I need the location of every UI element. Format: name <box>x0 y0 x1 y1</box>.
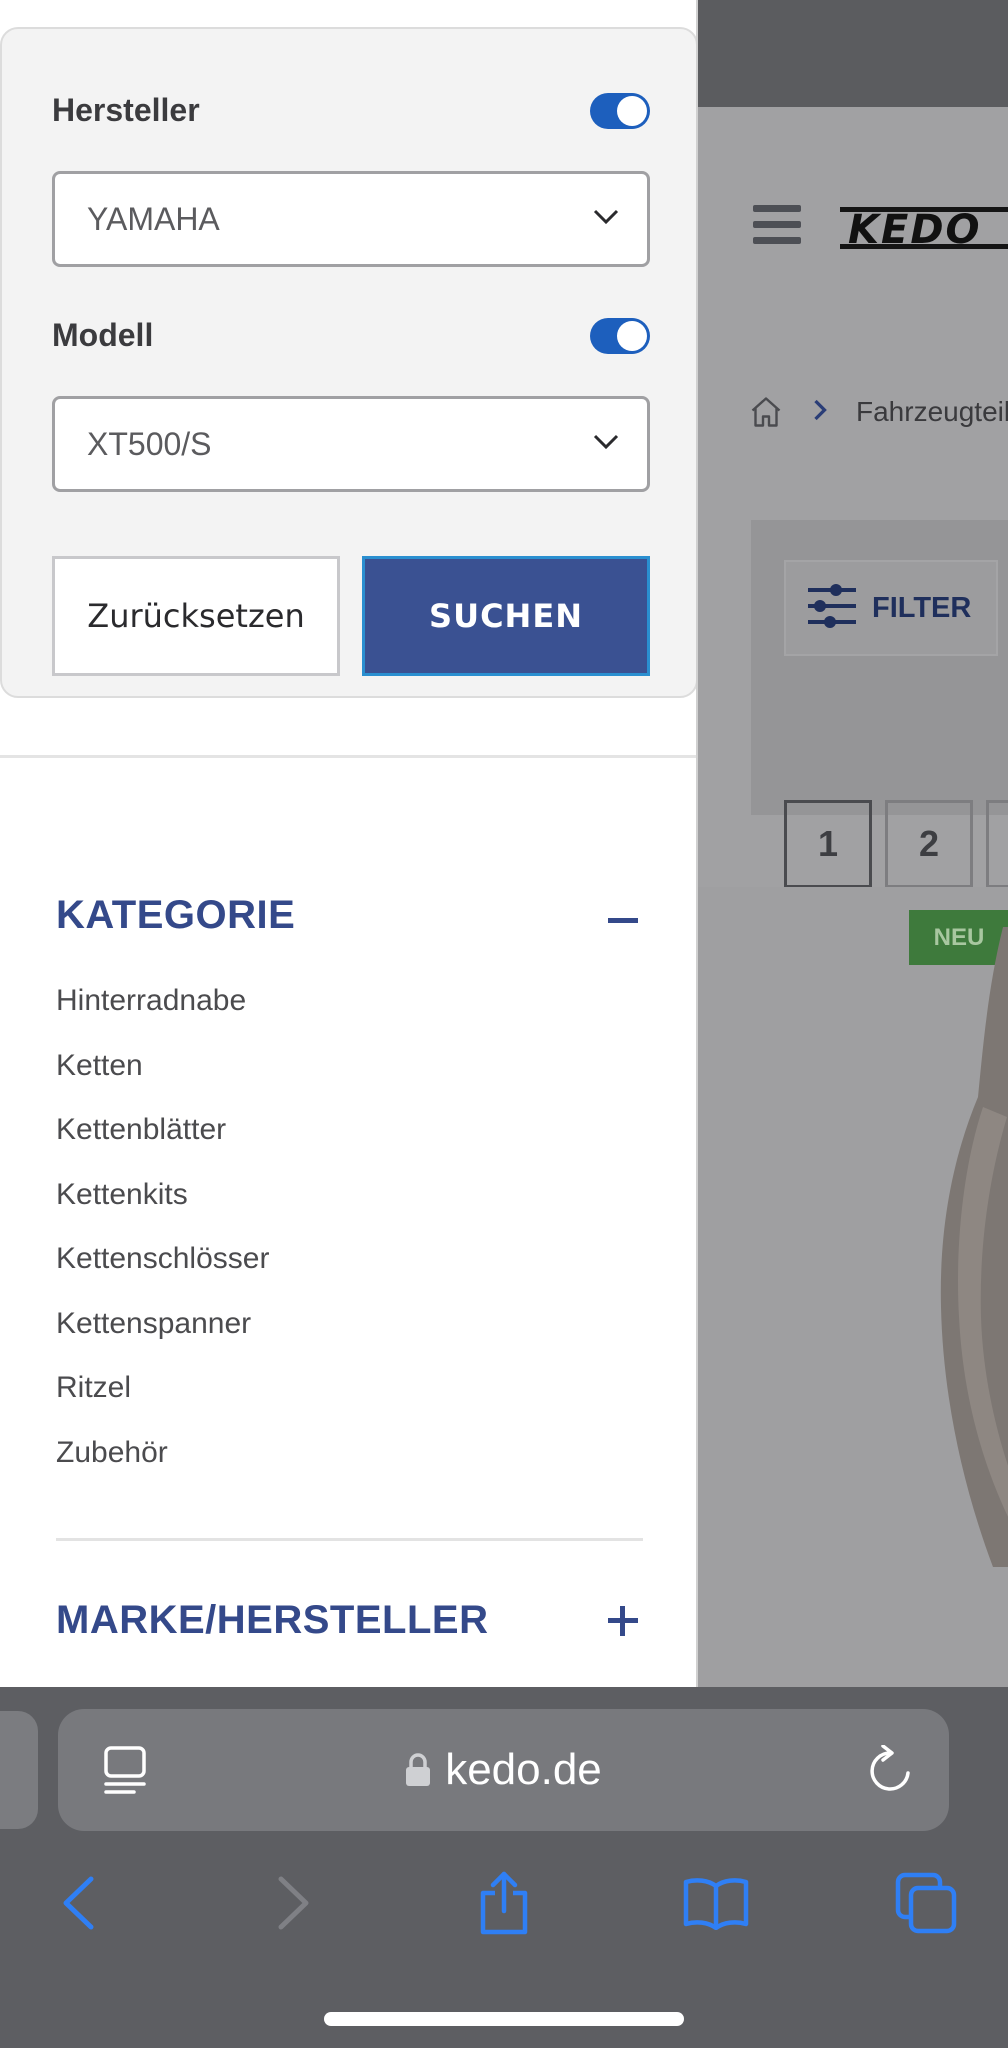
manufacturer-toggle[interactable] <box>590 93 650 129</box>
logo-text: KEDO <box>848 207 982 253</box>
sliders-icon <box>806 582 858 635</box>
book-icon <box>683 1878 749 1930</box>
vehicle-filter-box: Hersteller YAMAHA Modell XT500/S Zurücks… <box>0 27 696 698</box>
chevron-down-icon <box>593 209 619 225</box>
model-toggle[interactable] <box>590 318 650 354</box>
category-item[interactable]: Kettenspanner <box>56 1298 269 1363</box>
share-icon <box>480 1871 528 1935</box>
manufacturer-label: Hersteller <box>52 92 200 128</box>
home-indicator[interactable] <box>324 2012 684 2026</box>
background-site[interactable]: KEDO Fahrzeugteile <box>698 107 1008 1687</box>
manufacturer-select[interactable]: YAMAHA <box>52 171 650 267</box>
home-icon[interactable] <box>748 394 784 430</box>
back-button[interactable] <box>38 1863 118 1943</box>
previous-tab-peek[interactable] <box>0 1711 38 1829</box>
page-1-button[interactable]: 1 <box>784 800 872 888</box>
hamburger-menu-icon[interactable] <box>753 205 801 245</box>
url-text: kedo.de <box>445 1745 602 1794</box>
chevron-down-icon <box>593 434 619 450</box>
model-value: XT500/S <box>87 425 212 462</box>
address-bar[interactable]: kedo.de <box>58 1709 949 1831</box>
model-select[interactable]: XT500/S <box>52 396 650 492</box>
filter-label: FILTER <box>872 591 972 624</box>
tabs-button[interactable] <box>886 1863 966 1943</box>
reset-button[interactable]: Zurücksetzen <box>52 556 340 676</box>
manufacturer-value: YAMAHA <box>87 200 220 237</box>
forward-button[interactable] <box>254 1863 334 1943</box>
category-item[interactable]: Ketten <box>56 1040 269 1105</box>
category-list: Hinterradnabe Ketten Kettenblätter Kette… <box>56 975 269 1491</box>
search-button[interactable]: SUCHEN <box>362 556 650 676</box>
expand-plus-icon[interactable] <box>608 1606 638 1636</box>
lock-icon <box>406 1753 431 1786</box>
category-item[interactable]: Kettenblätter <box>56 1104 269 1169</box>
share-button[interactable] <box>464 1863 544 1943</box>
reload-icon[interactable] <box>867 1745 913 1795</box>
category-item[interactable]: Ritzel <box>56 1362 269 1427</box>
collapse-minus-icon[interactable] <box>608 918 638 923</box>
product-image <box>940 927 1008 1567</box>
category-item[interactable]: Zubehör <box>56 1427 269 1492</box>
filter-button[interactable]: FILTER <box>784 560 998 656</box>
breadcrumb: Fahrzeugteile <box>748 387 1008 437</box>
page-3-button[interactable]: 3 <box>986 800 1008 888</box>
brand-heading[interactable]: MARKE/HERSTELLER <box>56 1598 488 1643</box>
bookmarks-button[interactable] <box>676 1863 756 1943</box>
filter-drawer: Hersteller YAMAHA Modell XT500/S Zurücks… <box>0 0 698 1687</box>
chevron-left-icon <box>63 1876 94 1930</box>
url-display[interactable]: kedo.de <box>58 1709 949 1831</box>
breadcrumb-item[interactable]: Fahrzeugteile <box>856 396 1008 428</box>
screen: KEDO Fahrzeugteile <box>0 0 1008 2048</box>
chevron-right-icon <box>812 398 828 427</box>
divider <box>56 1538 643 1541</box>
tabs-icon <box>895 1872 957 1934</box>
category-heading[interactable]: KATEGORIE <box>56 893 295 938</box>
model-label: Modell <box>52 317 154 353</box>
browser-toolbar: kedo.de <box>0 1687 1008 2048</box>
site-logo[interactable]: KEDO <box>840 203 1008 253</box>
divider <box>0 755 696 758</box>
category-item[interactable]: Kettenschlösser <box>56 1233 269 1298</box>
category-item[interactable]: Kettenkits <box>56 1169 269 1234</box>
chevron-right-icon <box>278 1876 309 1930</box>
page-2-button[interactable]: 2 <box>885 800 973 888</box>
filter-panel: FILTER 1 2 3 <box>751 520 1008 888</box>
category-item[interactable]: Hinterradnabe <box>56 975 269 1040</box>
